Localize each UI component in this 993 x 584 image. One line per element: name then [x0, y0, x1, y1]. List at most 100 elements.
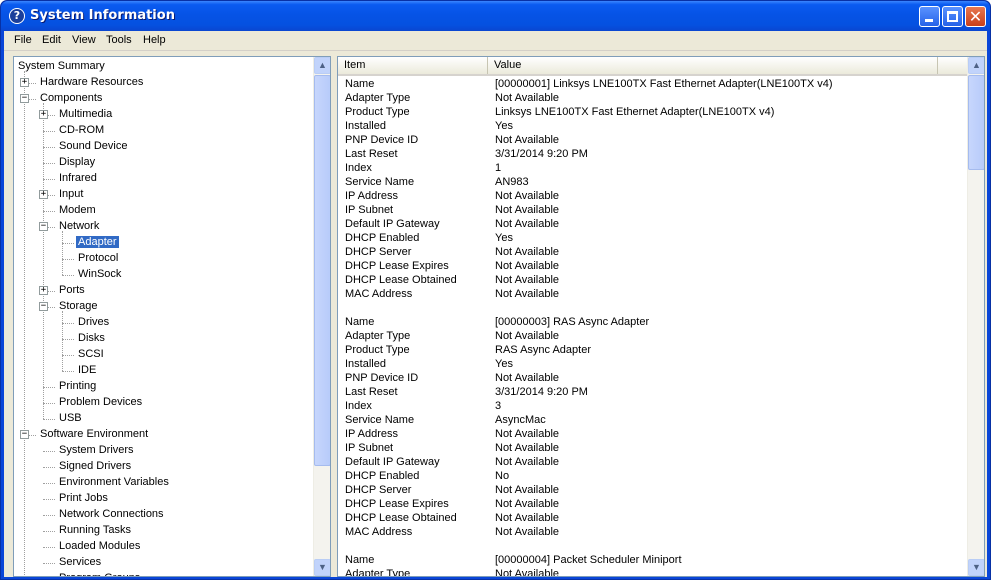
tree-item[interactable]: Adapter [76, 235, 119, 251]
close-button[interactable]: ✕ [965, 6, 986, 27]
table-row[interactable]: DHCP Lease Obtained Not Available [338, 511, 969, 525]
table-row[interactable]: Adapter Type Not Available [338, 329, 969, 343]
tree-item[interactable]: Services [57, 555, 103, 571]
menu-view[interactable]: View [72, 34, 96, 46]
details-list[interactable]: Item Value Name [00000001] Linksys LNE100… [337, 56, 985, 577]
tree-item[interactable]: SCSI [76, 347, 106, 363]
table-row[interactable]: Adapter Type Not Available [338, 91, 969, 105]
tree-item[interactable]: Modem [57, 203, 98, 219]
column-header-item[interactable]: Item [338, 57, 488, 74]
item-cell: MAC Address [345, 526, 413, 538]
tree-scrollbar[interactable]: ▲ ▼ [313, 57, 330, 576]
tree-item[interactable]: WinSock [76, 267, 123, 283]
tree-item[interactable]: System Drivers [57, 443, 136, 459]
table-row[interactable]: Last Reset 3/31/2014 9:20 PM [338, 385, 969, 399]
table-row[interactable]: DHCP Lease Expires Not Available [338, 497, 969, 511]
tree-item[interactable]: Display [57, 155, 97, 171]
tree-item[interactable]: Program Groups [57, 571, 142, 576]
tree-item[interactable]: CD-ROM [57, 123, 106, 139]
table-row[interactable]: Default IP Gateway Not Available [338, 217, 969, 231]
collapse-icon[interactable]: − [39, 302, 48, 311]
tree-item[interactable]: Sound Device [57, 139, 130, 155]
tree-item[interactable]: Storage [57, 299, 100, 315]
table-row[interactable]: Name [00000004] Packet Scheduler Miniport [338, 553, 969, 567]
details-scroll-down-button[interactable]: ▼ [968, 559, 984, 576]
tree-item[interactable]: Running Tasks [57, 523, 133, 539]
tree-item[interactable]: USB [57, 411, 84, 427]
table-row[interactable]: Installed Yes [338, 357, 969, 371]
table-row[interactable]: Product Type RAS Async Adapter [338, 343, 969, 357]
collapse-icon[interactable]: − [20, 94, 29, 103]
table-row[interactable] [338, 301, 969, 315]
tree-item[interactable]: Network [57, 219, 101, 235]
tree-item[interactable]: Signed Drivers [57, 459, 133, 475]
details-scrollbar[interactable]: ▲ ▼ [967, 57, 984, 576]
category-tree[interactable]: System Summary Hardware Resources + Compone… [13, 56, 331, 577]
table-row[interactable]: Index 1 [338, 161, 969, 175]
tree-scroll-up-button[interactable]: ▲ [314, 57, 330, 74]
tree-item[interactable]: Protocol [76, 251, 120, 267]
details-scroll-thumb[interactable] [968, 75, 984, 170]
tree-item[interactable]: Input [57, 187, 85, 203]
table-row[interactable]: Installed Yes [338, 119, 969, 133]
tree-item[interactable]: System Summary [16, 59, 107, 75]
expand-icon[interactable]: + [39, 286, 48, 295]
table-row[interactable]: Service Name AN983 [338, 175, 969, 189]
menu-help[interactable]: Help [143, 34, 166, 46]
minimize-button[interactable] [919, 6, 940, 27]
menu-file[interactable]: File [14, 34, 32, 46]
table-row[interactable]: IP Subnet Not Available [338, 441, 969, 455]
tree-item[interactable]: Disks [76, 331, 107, 347]
table-row[interactable]: MAC Address Not Available [338, 287, 969, 301]
table-row[interactable]: PNP Device ID Not Available [338, 371, 969, 385]
tree-scroll-thumb[interactable] [314, 75, 330, 466]
tree-item[interactable]: Components [38, 91, 104, 107]
expand-icon[interactable]: + [39, 110, 48, 119]
tree-item[interactable]: Drives [76, 315, 111, 331]
tree-item[interactable]: Environment Variables [57, 475, 171, 491]
table-row[interactable]: DHCP Server Not Available [338, 245, 969, 259]
maximize-button[interactable] [942, 6, 963, 27]
menu-tools[interactable]: Tools [106, 34, 132, 46]
table-row[interactable]: DHCP Enabled No [338, 469, 969, 483]
tree-item[interactable]: Printing [57, 379, 98, 395]
table-row[interactable]: DHCP Enabled Yes [338, 231, 969, 245]
table-row[interactable]: MAC Address Not Available [338, 525, 969, 539]
table-row[interactable]: Service Name AsyncMac [338, 413, 969, 427]
tree-item[interactable]: Print Jobs [57, 491, 110, 507]
table-row[interactable]: Index 3 [338, 399, 969, 413]
table-row[interactable]: IP Address Not Available [338, 189, 969, 203]
table-row[interactable]: IP Address Not Available [338, 427, 969, 441]
tree-item[interactable]: Problem Devices [57, 395, 144, 411]
table-row[interactable]: Name [00000001] Linksys LNE100TX Fast Eth… [338, 77, 969, 91]
tree-item[interactable]: Multimedia [57, 107, 114, 123]
title-bar[interactable]: ? System Information ✕ [1, 1, 990, 31]
table-row[interactable]: PNP Device ID Not Available [338, 133, 969, 147]
expand-icon[interactable]: + [20, 78, 29, 87]
tree-item[interactable]: Software Environment [38, 427, 150, 443]
table-row[interactable]: Adapter Type Not Available [338, 567, 969, 576]
tree-item[interactable]: Loaded Modules [57, 539, 142, 555]
table-row[interactable]: DHCP Lease Obtained Not Available [338, 273, 969, 287]
help-circle-icon[interactable]: ? [9, 8, 25, 24]
menu-edit[interactable]: Edit [42, 34, 61, 46]
table-row[interactable]: DHCP Server Not Available [338, 483, 969, 497]
table-row[interactable]: Name [00000003] RAS Async Adapter [338, 315, 969, 329]
table-row[interactable]: Last Reset 3/31/2014 9:20 PM [338, 147, 969, 161]
tree-scroll-down-button[interactable]: ▼ [314, 559, 330, 576]
collapse-icon[interactable]: − [20, 430, 29, 439]
expand-icon[interactable]: + [39, 190, 48, 199]
table-row[interactable]: Default IP Gateway Not Available [338, 455, 969, 469]
tree-item[interactable]: Infrared [57, 171, 99, 187]
tree-item[interactable]: Hardware Resources [38, 75, 145, 91]
tree-item[interactable]: Network Connections [57, 507, 166, 523]
details-scroll-up-button[interactable]: ▲ [968, 57, 984, 74]
table-row[interactable]: Product Type Linksys LNE100TX Fast Ethern… [338, 105, 969, 119]
tree-item[interactable]: IDE [76, 363, 98, 379]
collapse-icon[interactable]: − [39, 222, 48, 231]
table-row[interactable] [338, 539, 969, 553]
table-row[interactable]: DHCP Lease Expires Not Available [338, 259, 969, 273]
column-header-value[interactable]: Value [488, 57, 938, 74]
table-row[interactable]: IP Subnet Not Available [338, 203, 969, 217]
tree-item[interactable]: Ports [57, 283, 87, 299]
